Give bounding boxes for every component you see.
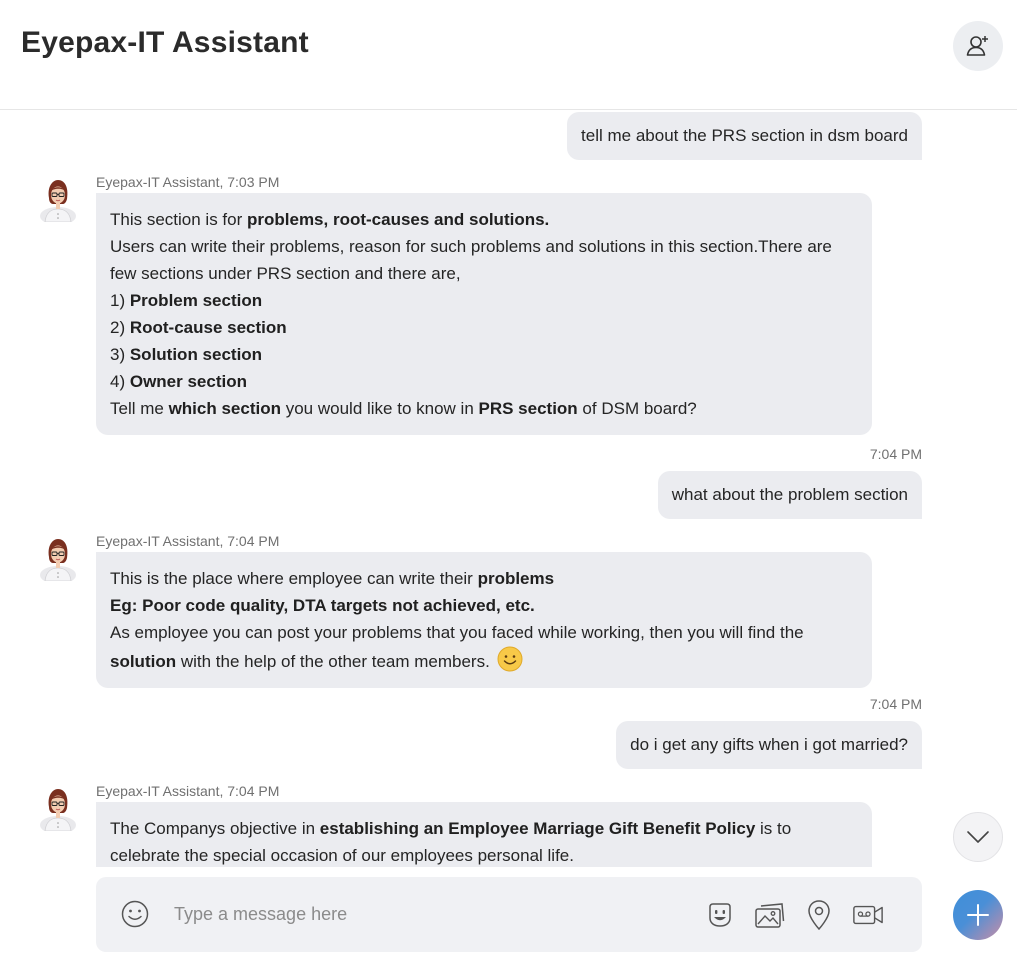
sticker-button[interactable]: [704, 899, 736, 931]
message-line: Users can write their problems, reason f…: [110, 237, 832, 283]
outgoing-message: tell me about the PRS section in dsm boa…: [567, 112, 922, 160]
bold-text: Owner section: [129, 372, 247, 391]
list-item: 3) Solution section: [110, 341, 858, 368]
incoming-message: The Companys objective in establishing a…: [96, 802, 872, 867]
sender-label: Eyepax-IT Assistant, 7:04 PM: [96, 533, 280, 549]
message-list[interactable]: tell me about the PRS section in dsm boa…: [0, 110, 1017, 867]
add-participant-button[interactable]: [953, 21, 1003, 71]
message-input[interactable]: [174, 897, 674, 931]
bold-text: solution: [110, 652, 177, 671]
bold-text: Problem section: [129, 291, 263, 310]
location-icon: [808, 900, 830, 931]
list-item: 1) Problem section: [110, 287, 858, 314]
assistant-avatar: [40, 539, 76, 581]
chevron-down-icon: [967, 831, 989, 843]
bold-text: problems, root-causes and solutions.: [247, 210, 550, 229]
assistant-avatar: [40, 180, 76, 222]
message-text: what about the problem section: [671, 485, 908, 504]
chat-title: Eyepax-IT Assistant: [21, 26, 309, 59]
list-number: 4): [110, 372, 130, 391]
sender-label: Eyepax-IT Assistant, 7:03 PM: [96, 174, 280, 190]
message-line: As employee you can post your problems t…: [110, 619, 858, 675]
add-content-button[interactable]: [953, 890, 1003, 940]
add-person-icon: [966, 36, 988, 56]
message-composer: [96, 877, 922, 952]
text-span: with the help of the other team members.: [176, 652, 495, 671]
list-number: 3): [110, 345, 130, 364]
bold-text: Eg: Poor code quality, DTA targets not a…: [110, 596, 535, 615]
text-span: of DSM board?: [577, 399, 697, 418]
message-line: This section is for problems, root-cause…: [110, 206, 858, 233]
bold-text: which section: [168, 399, 281, 418]
list-number: 1): [110, 291, 130, 310]
list-item: 4) Owner section: [110, 368, 858, 395]
incoming-message: This section is for problems, root-cause…: [96, 193, 872, 435]
sender-label: Eyepax-IT Assistant, 7:04 PM: [96, 783, 280, 799]
outgoing-message: what about the problem section: [657, 471, 922, 519]
message-text: tell me about the PRS section in dsm boa…: [581, 126, 908, 145]
location-button[interactable]: [803, 899, 835, 931]
video-message-button[interactable]: [852, 899, 884, 931]
list-number: 2): [110, 318, 130, 337]
text-span: As employee you can post your problems t…: [110, 623, 804, 642]
gallery-icon: [755, 903, 785, 928]
text-span: The Companys objective in: [110, 819, 320, 838]
bold-text: Solution section: [129, 345, 263, 364]
text-span: you would like to know in: [281, 399, 479, 418]
assistant-avatar: [40, 789, 76, 831]
gallery-button[interactable]: [753, 899, 785, 931]
message-time: 7:04 PM: [869, 446, 922, 462]
bold-text: PRS section: [478, 399, 578, 418]
message-line: Eg: Poor code quality, DTA targets not a…: [110, 592, 858, 619]
sticker-icon: [709, 903, 731, 927]
bold-text: establishing an Employee Marriage Gift B…: [319, 819, 756, 838]
incoming-message: This is the place where employee can wri…: [96, 552, 872, 688]
message-time: 7:04 PM: [869, 696, 922, 712]
list-item: 2) Root-cause section: [110, 314, 858, 341]
message-line: Tell me which section you would like to …: [110, 395, 858, 422]
bold-text: problems: [477, 569, 555, 588]
chat-header: Eyepax-IT Assistant: [0, 0, 1017, 110]
video-message-icon: [853, 905, 883, 925]
message-text: do i get any gifts when i got married?: [630, 735, 908, 754]
message-line: The Companys objective in establishing a…: [110, 815, 858, 867]
text-span: Tell me: [110, 399, 169, 418]
message-line: This is the place where employee can wri…: [110, 565, 858, 592]
text-span: This section is for: [110, 210, 247, 229]
outgoing-message: do i get any gifts when i got married?: [616, 721, 922, 769]
plus-icon: [967, 904, 989, 926]
scroll-to-bottom-button[interactable]: [953, 812, 1003, 862]
emoji-icon[interactable]: [120, 899, 150, 929]
text-span: This is the place where employee can wri…: [110, 569, 478, 588]
smiley-emoji-icon: [497, 646, 523, 672]
bold-text: Root-cause section: [129, 318, 287, 337]
